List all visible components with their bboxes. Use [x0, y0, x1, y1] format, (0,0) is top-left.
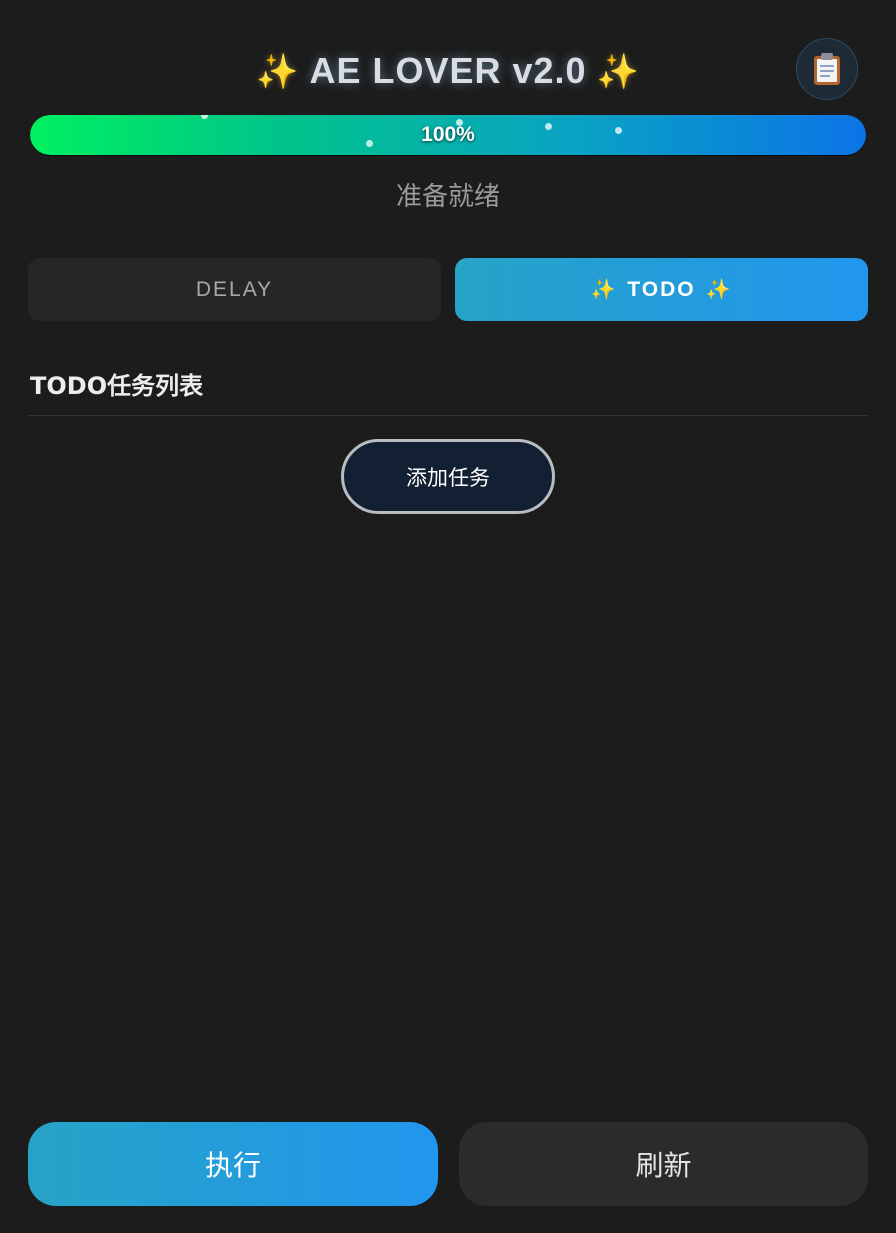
- sparkle-right-icon: ✨: [596, 53, 640, 91]
- progress-bar: 100%: [30, 115, 866, 155]
- refresh-button[interactable]: 刷新: [459, 1122, 868, 1206]
- app-title: ✨ AE LOVER v2.0 ✨: [0, 50, 896, 92]
- progress-label: 100%: [421, 123, 475, 146]
- status-text: 准备就绪: [395, 182, 500, 212]
- tab-delay[interactable]: DELAY: [28, 258, 441, 321]
- sparkle-icon: ✨: [590, 279, 618, 301]
- tab-delay-label: DELAY: [195, 277, 274, 301]
- run-button[interactable]: 执行: [28, 1122, 438, 1206]
- app-root: ✨ AE LOVER v2.0 ✨ 100% 准备就绪 DELAY ✨ TODO ✨ T…: [0, 0, 896, 1233]
- sparkle-left-icon: ✨: [256, 53, 300, 91]
- tab-todo-label: TODO: [627, 277, 696, 301]
- add-task-button[interactable]: 添加任务: [341, 439, 555, 514]
- app-title-text: AE LOVER v2.0: [309, 50, 587, 91]
- header: ✨ AE LOVER v2.0 ✨: [0, 38, 896, 106]
- divider: [28, 415, 868, 416]
- tab-todo[interactable]: ✨ TODO ✨: [455, 258, 868, 321]
- add-task-label: 添加任务: [406, 465, 490, 490]
- clipboard-button[interactable]: [796, 38, 858, 100]
- sparkle-icon: ✨: [705, 279, 733, 301]
- run-button-label: 执行: [204, 1149, 261, 1182]
- refresh-button-label: 刷新: [635, 1149, 692, 1182]
- todo-section-title: TODO任务列表: [30, 372, 204, 400]
- clipboard-icon: [814, 53, 840, 85]
